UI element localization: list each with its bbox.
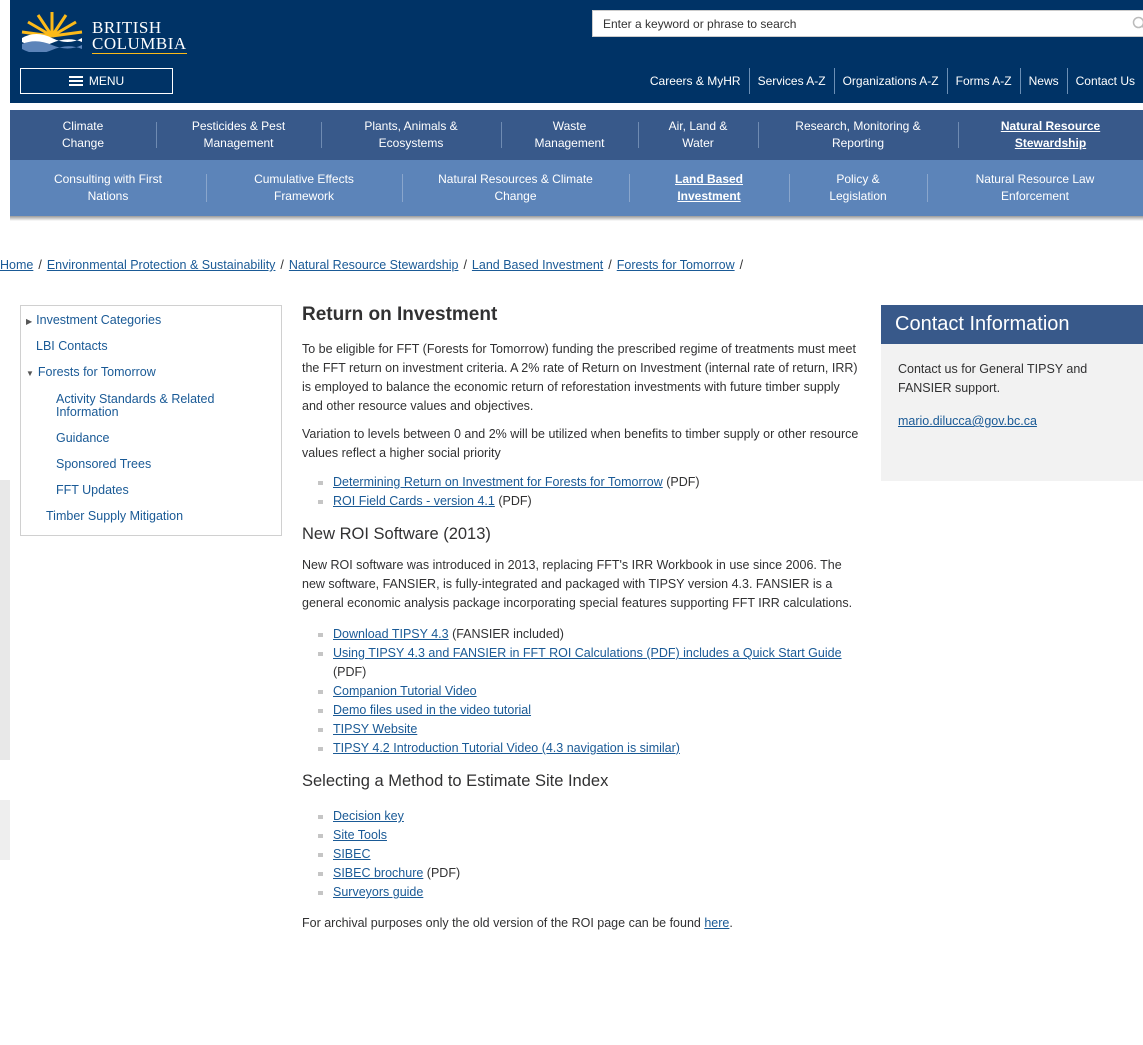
top-link-organizations[interactable]: Organizations A-Z — [833, 68, 947, 94]
main-content: Return on Investment To be eligible for … — [302, 300, 862, 933]
list-item: TIPSY Website — [302, 720, 862, 739]
top-link-services[interactable]: Services A-Z — [748, 68, 834, 94]
search-icon[interactable] — [1132, 16, 1143, 32]
list-item: SIBEC — [302, 845, 862, 864]
nav-consulting-first-nations[interactable]: Consulting with First Nations — [10, 160, 206, 216]
nav-waste-management[interactable]: Waste Management — [501, 110, 638, 160]
tipsy-website-link[interactable]: TIPSY Website — [333, 722, 417, 736]
list-item: Download TIPSY 4.3 (FANSIER included) — [302, 625, 862, 644]
top-links: Careers & MyHR Services A-Z Organization… — [642, 67, 1143, 95]
side-nav-lbi-contacts[interactable]: LBI Contacts — [36, 339, 281, 365]
side-nav-timber-supply-mitigation[interactable]: Timber Supply Mitigation — [46, 509, 281, 535]
breadcrumb: Home / Environmental Protection & Sustaina… — [0, 258, 744, 272]
scan-edge-artifact — [0, 800, 10, 860]
nav-natural-resource-law[interactable]: Natural Resource Law Enforcement — [927, 160, 1143, 216]
site-index-heading: Selecting a Method to Estimate Site Inde… — [302, 772, 609, 790]
nav-shadow — [10, 216, 1143, 221]
list-item: ROI Field Cards - version 4.1 (PDF) — [302, 492, 862, 511]
scan-edge-artifact — [0, 480, 10, 760]
list-item: Demo files used in the video tutorial — [302, 701, 862, 720]
surveyors-guide-link[interactable]: Surveyors guide — [333, 885, 423, 899]
contact-panel: Contact us for General TIPSY and FANSIER… — [881, 344, 1143, 481]
roi-determining-link[interactable]: Determining Return on Investment for For… — [333, 475, 663, 489]
list-item: Determining Return on Investment for For… — [302, 473, 862, 492]
side-nav-investment-categories[interactable]: ▶ Investment Categories — [26, 313, 281, 339]
list-item: SIBEC brochure (PDF) — [302, 864, 862, 883]
top-link-careers[interactable]: Careers & MyHR — [642, 68, 749, 94]
side-nav-activity-standards[interactable]: Activity Standards & Related Information — [56, 391, 281, 431]
primary-nav: Climate Change Pesticides & Pest Managemen… — [10, 110, 1143, 160]
companion-tutorial-link[interactable]: Companion Tutorial Video — [333, 684, 477, 698]
software-paragraph: New ROI software was introduced in 2013,… — [302, 558, 853, 610]
nav-climate-change[interactable]: Climate Change — [10, 110, 156, 160]
site-header: BRITISH COLUMBIA MENU Careers & MyHR Ser… — [10, 0, 1143, 103]
nav-pesticides[interactable]: Pesticides & Pest Management — [156, 110, 321, 160]
search-input[interactable] — [593, 11, 1113, 36]
nav-cumulative-effects[interactable]: Cumulative Effects Framework — [206, 160, 402, 216]
nav-natural-resource-stewardship[interactable]: Natural Resource Stewardship — [958, 110, 1143, 160]
nav-policy-legislation[interactable]: Policy & Legislation — [789, 160, 927, 216]
bc-logo[interactable]: BRITISH COLUMBIA — [20, 6, 190, 58]
logo-line-2: COLUMBIA — [92, 34, 187, 54]
side-nav-sponsored-trees[interactable]: Sponsored Trees — [56, 457, 281, 483]
using-tipsy-guide-link[interactable]: Using TIPSY 4.3 and FANSIER in FFT ROI C… — [333, 646, 842, 660]
list-item: Site Tools — [302, 826, 862, 845]
logo-wordmark: BRITISH COLUMBIA — [92, 19, 187, 54]
list-item: Decision key — [302, 807, 862, 826]
contact-heading: Contact Information — [881, 305, 1143, 344]
hamburger-icon — [68, 76, 83, 86]
side-nav-fft-updates[interactable]: FFT Updates — [56, 483, 281, 509]
site-tools-link[interactable]: Site Tools — [333, 828, 387, 842]
contact-text: Contact us for General TIPSY and FANSIER… — [898, 362, 1088, 395]
nav-land-based-investment[interactable]: Land Based Investment — [629, 160, 789, 216]
breadcrumb-land-based-investment[interactable]: Land Based Investment — [472, 258, 603, 272]
secondary-nav: Consulting with First Nations Cumulative … — [10, 160, 1143, 216]
variation-paragraph: Variation to levels between 0 and 2% wil… — [302, 427, 859, 460]
nav-air-land-water[interactable]: Air, Land & Water — [638, 110, 758, 160]
triangle-right-icon: ▶ — [26, 317, 33, 326]
breadcrumb-environmental-protection[interactable]: Environmental Protection & Sustainabilit… — [47, 258, 276, 272]
breadcrumb-home[interactable]: Home — [0, 258, 33, 272]
sibec-link[interactable]: SIBEC — [333, 847, 371, 861]
decision-key-link[interactable]: Decision key — [333, 809, 404, 823]
top-link-contact[interactable]: Contact Us — [1066, 68, 1143, 94]
search-box — [592, 10, 1143, 37]
nav-natural-resources-climate[interactable]: Natural Resources & Climate Change — [402, 160, 629, 216]
breadcrumb-forests-for-tomorrow[interactable]: Forests for Tomorrow — [617, 258, 735, 272]
download-tipsy-link[interactable]: Download TIPSY 4.3 — [333, 627, 449, 641]
software-heading: New ROI Software (2013) — [302, 525, 491, 543]
tipsy-42-tutorial-link[interactable]: TIPSY 4.2 Introduction Tutorial Video (4… — [333, 741, 680, 755]
archive-note: For archival purposes only the old versi… — [302, 916, 733, 930]
triangle-down-icon: ▼ — [26, 369, 34, 378]
menu-button[interactable]: MENU — [20, 68, 173, 94]
side-nav-forests-for-tomorrow[interactable]: ▼ Forests for Tomorrow — [26, 365, 281, 391]
list-item: Using TIPSY 4.3 and FANSIER in FFT ROI C… — [302, 644, 862, 682]
page-title: Return on Investment — [302, 304, 498, 325]
demo-files-link[interactable]: Demo files used in the video tutorial — [333, 703, 531, 717]
intro-paragraph: To be eligible for FFT (Forests for Tomo… — [302, 342, 858, 413]
software-link-list: Download TIPSY 4.3 (FANSIER included) Us… — [302, 625, 862, 758]
nav-research-monitoring[interactable]: Research, Monitoring & Reporting — [758, 110, 958, 160]
list-item: Companion Tutorial Video — [302, 682, 862, 701]
nav-plants-animals[interactable]: Plants, Animals & Ecosystems — [321, 110, 501, 160]
contact-email-link[interactable]: mario.dilucca@gov.bc.ca — [898, 414, 1037, 428]
top-link-forms[interactable]: Forms A-Z — [946, 68, 1020, 94]
list-item: Surveyors guide — [302, 883, 862, 902]
top-link-news[interactable]: News — [1019, 68, 1067, 94]
roi-document-list: Determining Return on Investment for For… — [302, 473, 862, 511]
side-nav-guidance[interactable]: Guidance — [56, 431, 281, 457]
side-navigation: ▶ Investment Categories LBI Contacts ▼ For… — [20, 305, 282, 536]
bc-sun-logo-icon — [21, 12, 83, 52]
site-index-link-list: Decision key Site Tools SIBEC SIBEC broc… — [302, 807, 862, 902]
menu-label: MENU — [88, 74, 125, 88]
roi-field-cards-link[interactable]: ROI Field Cards - version 4.1 — [333, 494, 495, 508]
list-item: TIPSY 4.2 Introduction Tutorial Video (4… — [302, 739, 862, 758]
sibec-brochure-link[interactable]: SIBEC brochure — [333, 866, 423, 880]
archive-here-link[interactable]: here — [704, 916, 729, 930]
breadcrumb-natural-resource-stewardship[interactable]: Natural Resource Stewardship — [289, 258, 459, 272]
